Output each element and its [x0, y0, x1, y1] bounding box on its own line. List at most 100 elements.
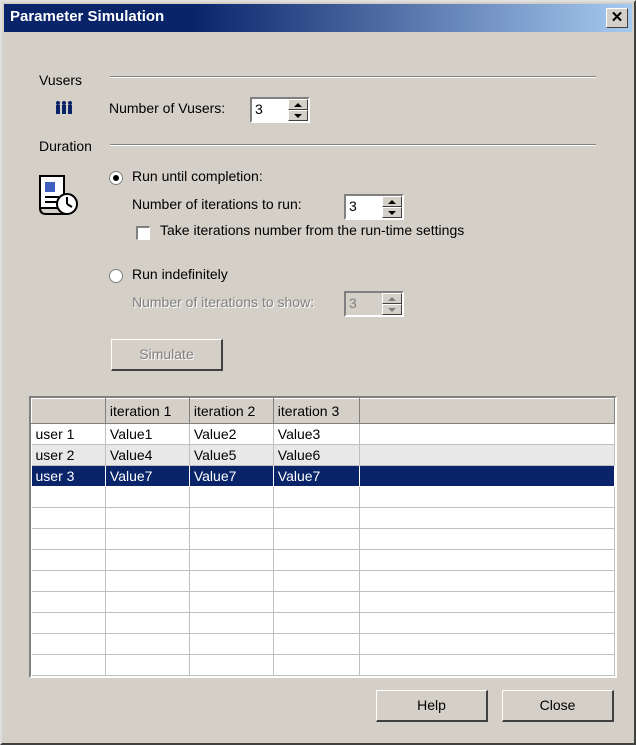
empty-grid-cell	[189, 633, 274, 655]
empty-grid-cell	[105, 507, 190, 529]
vusers-icon	[55, 100, 73, 119]
vusers-count-label: Number of Vusers:	[109, 100, 226, 116]
empty-grid-cell	[31, 549, 106, 571]
header-corner	[31, 398, 106, 424]
value-cell[interactable]: Value5	[189, 444, 274, 466]
iterations-up-arrow-icon[interactable]	[382, 196, 402, 207]
empty-grid-cell	[189, 486, 274, 508]
run-until-completion-radio[interactable]	[109, 171, 123, 185]
filler-cell	[359, 444, 615, 466]
empty-grid-cell	[31, 612, 106, 634]
empty-grid-cell	[189, 570, 274, 592]
run-indefinitely-radio[interactable]	[109, 269, 123, 283]
row-user-cell[interactable]: user 1	[31, 423, 106, 445]
iterations-to-show-spinner[interactable]: 3	[344, 291, 404, 317]
empty-grid-cell	[359, 654, 615, 676]
table-row[interactable]: user 1 Value1 Value2 Value3	[31, 423, 615, 445]
filler-cell	[359, 423, 615, 445]
empty-grid-cell	[359, 486, 615, 508]
window-title: Parameter Simulation	[10, 8, 165, 25]
header-iteration-2[interactable]: iteration 2	[188, 398, 274, 424]
empty-grid-cell	[105, 528, 190, 550]
row-user-cell[interactable]: user 3	[31, 465, 106, 487]
empty-grid-cell	[31, 486, 106, 508]
vusers-section-label: Vusers	[39, 72, 83, 88]
header-iteration-3[interactable]: iteration 3	[272, 398, 360, 424]
table-row[interactable]: user 2 Value4 Value5 Value6	[31, 444, 615, 466]
empty-grid-cell	[273, 612, 360, 634]
iterations-to-run-spinner[interactable]: 3	[344, 194, 404, 220]
close-window-button[interactable]: ✕	[606, 8, 628, 28]
filler-cell	[359, 465, 615, 487]
row-user-cell[interactable]: user 2	[31, 444, 106, 466]
duration-divider	[110, 144, 596, 146]
empty-grid-cell	[105, 612, 190, 634]
vusers-up-arrow-icon[interactable]	[288, 99, 308, 110]
vusers-down-arrow-icon[interactable]	[288, 110, 308, 121]
empty-grid-cell	[359, 549, 615, 571]
empty-grid-cell	[273, 549, 360, 571]
header-iteration-1[interactable]: iteration 1	[104, 398, 190, 424]
help-button[interactable]: Help	[376, 690, 488, 722]
value-cell[interactable]: Value7	[105, 465, 190, 487]
vusers-count-value: 3	[255, 101, 263, 117]
empty-grid-row	[31, 486, 615, 508]
value-cell[interactable]: Value7	[189, 465, 274, 487]
empty-grid-cell	[359, 570, 615, 592]
simulate-button[interactable]: Simulate	[111, 339, 223, 371]
empty-grid-cell	[31, 507, 106, 529]
empty-grid-cell	[359, 633, 615, 655]
empty-grid-cell	[359, 528, 615, 550]
close-button[interactable]: Close	[502, 690, 614, 722]
empty-grid-cell	[189, 591, 274, 613]
empty-grid-cell	[273, 486, 360, 508]
schedule-clock-icon	[36, 172, 82, 221]
simulation-results-grid[interactable]: iteration 1 iteration 2 iteration 3 user…	[29, 396, 617, 678]
empty-grid-cell	[359, 591, 615, 613]
empty-grid-cell	[31, 570, 106, 592]
empty-grid-cell	[359, 507, 615, 529]
duration-section-label: Duration	[39, 138, 92, 154]
empty-grid-cell	[105, 633, 190, 655]
empty-grid-row	[31, 570, 615, 592]
iterations-to-run-value: 3	[349, 198, 357, 214]
empty-grid-row	[31, 612, 615, 634]
empty-grid-cell	[273, 570, 360, 592]
results-table: iteration 1 iteration 2 iteration 3 user…	[31, 398, 615, 676]
iterations-to-show-value: 3	[349, 295, 357, 311]
value-cell[interactable]: Value2	[189, 423, 274, 445]
vusers-count-spinner[interactable]: 3	[250, 97, 310, 123]
value-cell[interactable]: Value6	[273, 444, 360, 466]
vusers-divider	[110, 76, 596, 78]
empty-grid-cell	[31, 654, 106, 676]
value-cell[interactable]: Value3	[273, 423, 360, 445]
empty-grid-cell	[189, 549, 274, 571]
empty-grid-cell	[273, 654, 360, 676]
value-cell[interactable]: Value4	[105, 444, 190, 466]
value-cell[interactable]: Value7	[273, 465, 360, 487]
empty-grid-cell	[31, 528, 106, 550]
empty-grid-row	[31, 507, 615, 529]
iterations-to-run-label: Number of iterations to run:	[132, 196, 302, 212]
empty-grid-cell	[359, 612, 615, 634]
empty-rows	[31, 486, 615, 676]
value-cell[interactable]: Value1	[105, 423, 190, 445]
empty-grid-row	[31, 633, 615, 655]
take-from-runtime-label: Take iterations number from the run-time…	[160, 222, 465, 238]
empty-grid-cell	[105, 549, 190, 571]
empty-grid-row	[31, 549, 615, 571]
empty-grid-row	[31, 528, 615, 550]
take-from-runtime-checkbox[interactable]	[136, 226, 150, 240]
title-bar[interactable]: Parameter Simulation ✕	[4, 4, 632, 32]
show-up-arrow-icon[interactable]	[382, 293, 402, 304]
empty-grid-cell	[105, 654, 190, 676]
empty-grid-cell	[31, 633, 106, 655]
empty-grid-cell	[189, 528, 274, 550]
iterations-down-arrow-icon[interactable]	[382, 207, 402, 218]
empty-grid-cell	[189, 612, 274, 634]
empty-grid-cell	[189, 654, 274, 676]
empty-grid-cell	[273, 591, 360, 613]
empty-grid-cell	[105, 570, 190, 592]
show-down-arrow-icon[interactable]	[382, 304, 402, 315]
table-row-selected[interactable]: user 3 Value7 Value7 Value7	[31, 465, 615, 487]
